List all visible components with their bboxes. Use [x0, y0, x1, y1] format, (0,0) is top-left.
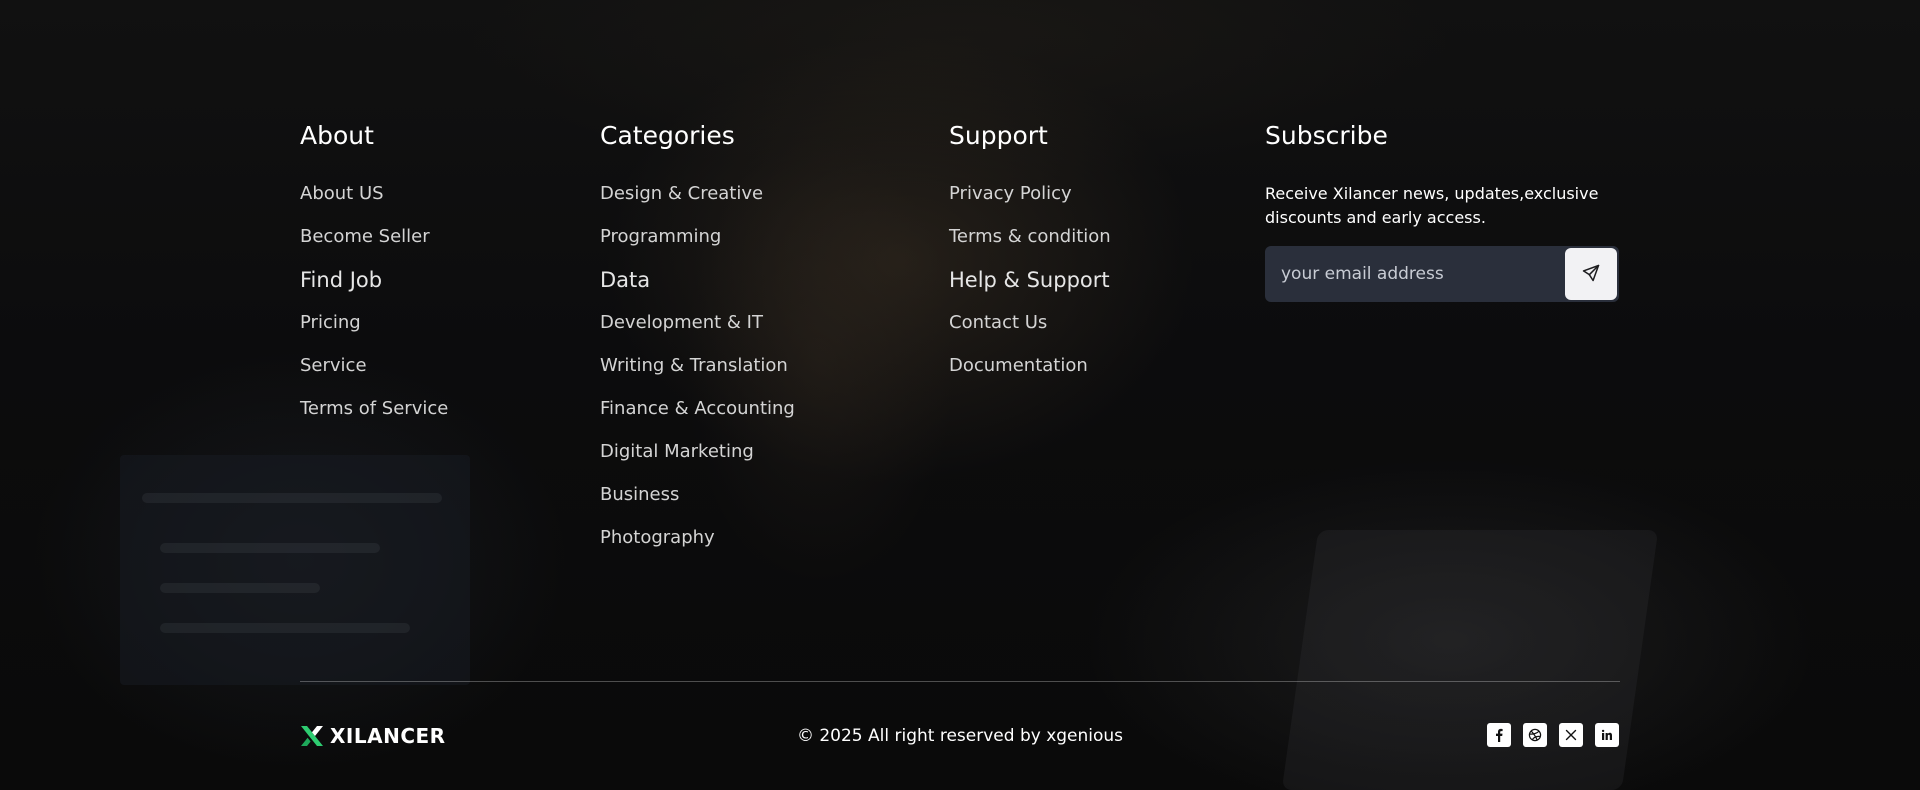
- footer-link-data[interactable]: Data: [600, 268, 650, 292]
- background-photo-laptop: [1281, 530, 1659, 790]
- subscribe-form: [1265, 246, 1619, 302]
- site-footer: About About US Become Seller Find Job Pr…: [0, 0, 1920, 790]
- email-input[interactable]: [1265, 246, 1565, 302]
- x-icon: [1565, 729, 1577, 741]
- subscribe-submit-button[interactable]: [1565, 248, 1617, 300]
- social-links: [1487, 723, 1619, 747]
- footer-link-privacy-policy[interactable]: Privacy Policy: [949, 183, 1072, 204]
- footer-link-about-us[interactable]: About US: [300, 183, 384, 204]
- categories-links: Design & Creative Programming Data Devel…: [600, 182, 795, 569]
- subscribe-heading: Subscribe: [1265, 121, 1388, 150]
- facebook-link[interactable]: [1487, 723, 1511, 747]
- footer-divider: [300, 681, 1620, 682]
- footer-link-find-job[interactable]: Find Job: [300, 268, 382, 292]
- facebook-icon: [1493, 728, 1505, 742]
- x-link[interactable]: [1559, 723, 1583, 747]
- footer-link-writing-translation[interactable]: Writing & Translation: [600, 355, 788, 376]
- support-heading: Support: [949, 121, 1048, 150]
- subscribe-column: Subscribe Receive Xilancer news, updates…: [1265, 118, 1621, 302]
- footer-link-digital-marketing[interactable]: Digital Marketing: [600, 441, 754, 462]
- copyright-text: © 2025 All right reserved by xgenious: [796, 726, 1124, 746]
- footer-link-development-it[interactable]: Development & IT: [600, 312, 763, 333]
- footer-link-contact-us[interactable]: Contact Us: [949, 312, 1047, 333]
- footer-link-documentation[interactable]: Documentation: [949, 355, 1088, 376]
- about-links: About US Become Seller Find Job Pricing …: [300, 182, 448, 440]
- footer-link-finance-accounting[interactable]: Finance & Accounting: [600, 398, 795, 419]
- background-photo-monitor: [120, 455, 470, 685]
- footer-link-help-support[interactable]: Help & Support: [949, 268, 1110, 292]
- footer-link-terms-condition[interactable]: Terms & condition: [949, 226, 1111, 247]
- dribbble-link[interactable]: [1523, 723, 1547, 747]
- linkedin-icon: [1601, 729, 1613, 741]
- footer-link-pricing[interactable]: Pricing: [300, 312, 361, 333]
- footer-link-service[interactable]: Service: [300, 355, 367, 376]
- about-column: About About US Become Seller Find Job Pr…: [300, 118, 448, 440]
- footer-link-photography[interactable]: Photography: [600, 527, 715, 548]
- subscribe-description: Receive Xilancer news, updates,exclusive…: [1265, 184, 1599, 227]
- support-links: Privacy Policy Terms & condition Help & …: [949, 182, 1111, 397]
- footer-link-programming[interactable]: Programming: [600, 226, 721, 247]
- footer-link-terms-of-service[interactable]: Terms of Service: [300, 398, 448, 419]
- footer-link-design-creative[interactable]: Design & Creative: [600, 183, 763, 204]
- categories-heading: Categories: [600, 121, 735, 150]
- linkedin-link[interactable]: [1595, 723, 1619, 747]
- about-heading: About: [300, 121, 374, 150]
- support-column: Support Privacy Policy Terms & condition…: [949, 118, 1111, 397]
- categories-column: Categories Design & Creative Programming…: [600, 118, 795, 569]
- dribbble-icon: [1528, 728, 1542, 742]
- send-icon: [1581, 263, 1601, 286]
- footer-link-become-seller[interactable]: Become Seller: [300, 226, 430, 247]
- footer-link-business[interactable]: Business: [600, 484, 679, 505]
